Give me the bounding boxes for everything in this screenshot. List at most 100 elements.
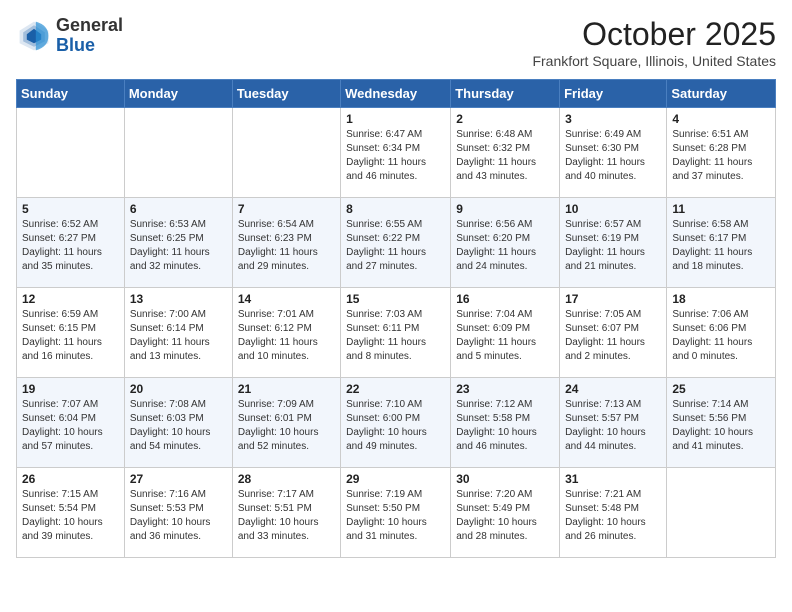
calendar-cell — [17, 108, 125, 198]
day-number: 17 — [565, 292, 661, 306]
calendar-cell: 10 Sunrise: 6:57 AM Sunset: 6:19 PM Dayli… — [560, 198, 667, 288]
day-number: 25 — [672, 382, 770, 396]
day-info: Sunrise: 7:08 AM Sunset: 6:03 PM Dayligh… — [130, 398, 227, 454]
day-number: 18 — [672, 292, 770, 306]
day-number: 16 — [456, 292, 554, 306]
calendar-cell: 11 Sunrise: 6:58 AM Sunset: 6:17 PM Dayli… — [667, 198, 776, 288]
weekday-header: Saturday — [667, 80, 776, 108]
calendar-cell: 7 Sunrise: 6:54 AM Sunset: 6:23 PM Daylig… — [232, 198, 340, 288]
day-info: Sunrise: 7:00 AM Sunset: 6:14 PM Dayligh… — [130, 308, 227, 364]
calendar-cell — [667, 468, 776, 558]
day-number: 8 — [346, 202, 445, 216]
day-info: Sunrise: 6:52 AM Sunset: 6:27 PM Dayligh… — [22, 218, 119, 274]
day-info: Sunrise: 7:09 AM Sunset: 6:01 PM Dayligh… — [238, 398, 335, 454]
day-info: Sunrise: 6:47 AM Sunset: 6:34 PM Dayligh… — [346, 128, 445, 184]
calendar-week-row: 26Sunrise: 7:15 AM Sunset: 5:54 PM Dayli… — [17, 468, 776, 558]
weekday-header: Friday — [560, 80, 667, 108]
day-number: 10 — [565, 202, 661, 216]
weekday-header: Wednesday — [341, 80, 451, 108]
day-number: 6 — [130, 202, 227, 216]
calendar-cell: 31 Sunrise: 7:21 AM Sunset: 5:48 PM Dayli… — [560, 468, 667, 558]
calendar-cell: 12Sunrise: 6:59 AM Sunset: 6:15 PM Dayli… — [17, 288, 125, 378]
day-number: 7 — [238, 202, 335, 216]
day-info: Sunrise: 6:51 AM Sunset: 6:28 PM Dayligh… — [672, 128, 770, 184]
calendar-cell: 19 Sunrise: 7:07 AM Sunset: 6:04 PM Dayli… — [17, 378, 125, 468]
calendar-cell: 30 Sunrise: 7:20 AM Sunset: 5:49 PM Dayli… — [451, 468, 560, 558]
day-info: Sunrise: 6:54 AM Sunset: 6:23 PM Dayligh… — [238, 218, 335, 274]
day-info: Sunrise: 7:17 AM Sunset: 5:51 PM Dayligh… — [238, 488, 335, 544]
calendar-cell — [124, 108, 232, 198]
calendar-cell: 1 Sunrise: 6:47 AM Sunset: 6:34 PM Daylig… — [341, 108, 451, 198]
day-info: Sunrise: 7:15 AM Sunset: 5:54 PM Dayligh… — [22, 488, 119, 544]
day-number: 27 — [130, 472, 227, 486]
day-info: Sunrise: 6:48 AM Sunset: 6:32 PM Dayligh… — [456, 128, 554, 184]
day-number: 28 — [238, 472, 335, 486]
day-number: 29 — [346, 472, 445, 486]
day-info: Sunrise: 6:49 AM Sunset: 6:30 PM Dayligh… — [565, 128, 661, 184]
day-info: Sunrise: 7:21 AM Sunset: 5:48 PM Dayligh… — [565, 488, 661, 544]
logo-text: General Blue — [56, 16, 123, 56]
day-info: Sunrise: 7:03 AM Sunset: 6:11 PM Dayligh… — [346, 308, 445, 364]
day-info: Sunrise: 6:57 AM Sunset: 6:19 PM Dayligh… — [565, 218, 661, 274]
day-number: 19 — [22, 382, 119, 396]
weekday-header: Sunday — [17, 80, 125, 108]
day-number: 9 — [456, 202, 554, 216]
calendar-cell: 25 Sunrise: 7:14 AM Sunset: 5:56 PM Dayli… — [667, 378, 776, 468]
calendar-cell: 14Sunrise: 7:01 AM Sunset: 6:12 PM Dayli… — [232, 288, 340, 378]
calendar-cell: 22 Sunrise: 7:10 AM Sunset: 6:00 PM Dayli… — [341, 378, 451, 468]
day-number: 31 — [565, 472, 661, 486]
calendar-cell: 13 Sunrise: 7:00 AM Sunset: 6:14 PM Dayli… — [124, 288, 232, 378]
calendar-cell: 29Sunrise: 7:19 AM Sunset: 5:50 PM Dayli… — [341, 468, 451, 558]
logo: General Blue — [16, 16, 123, 56]
calendar-cell: 20 Sunrise: 7:08 AM Sunset: 6:03 PM Dayli… — [124, 378, 232, 468]
day-info: Sunrise: 7:10 AM Sunset: 6:00 PM Dayligh… — [346, 398, 445, 454]
day-number: 20 — [130, 382, 227, 396]
calendar-cell: 6Sunrise: 6:53 AM Sunset: 6:25 PM Daylig… — [124, 198, 232, 288]
calendar-week-row: 1 Sunrise: 6:47 AM Sunset: 6:34 PM Daylig… — [17, 108, 776, 198]
page-header: General Blue October 2025 Frankfort Squa… — [16, 16, 776, 69]
weekday-header: Thursday — [451, 80, 560, 108]
day-number: 21 — [238, 382, 335, 396]
day-number: 30 — [456, 472, 554, 486]
calendar-cell: 18Sunrise: 7:06 AM Sunset: 6:06 PM Dayli… — [667, 288, 776, 378]
calendar-cell: 8 Sunrise: 6:55 AM Sunset: 6:22 PM Daylig… — [341, 198, 451, 288]
calendar-cell: 17 Sunrise: 7:05 AM Sunset: 6:07 PM Dayli… — [560, 288, 667, 378]
day-info: Sunrise: 7:13 AM Sunset: 5:57 PM Dayligh… — [565, 398, 661, 454]
calendar-cell: 24Sunrise: 7:13 AM Sunset: 5:57 PM Dayli… — [560, 378, 667, 468]
calendar-cell: 26Sunrise: 7:15 AM Sunset: 5:54 PM Dayli… — [17, 468, 125, 558]
day-number: 12 — [22, 292, 119, 306]
day-info: Sunrise: 7:12 AM Sunset: 5:58 PM Dayligh… — [456, 398, 554, 454]
day-number: 23 — [456, 382, 554, 396]
weekday-header-row: SundayMondayTuesdayWednesdayThursdayFrid… — [17, 80, 776, 108]
logo-icon — [16, 18, 52, 54]
day-number: 1 — [346, 112, 445, 126]
calendar-cell: 28 Sunrise: 7:17 AM Sunset: 5:51 PM Dayli… — [232, 468, 340, 558]
day-info: Sunrise: 7:01 AM Sunset: 6:12 PM Dayligh… — [238, 308, 335, 364]
day-info: Sunrise: 7:14 AM Sunset: 5:56 PM Dayligh… — [672, 398, 770, 454]
calendar-cell: 15 Sunrise: 7:03 AM Sunset: 6:11 PM Dayli… — [341, 288, 451, 378]
day-number: 13 — [130, 292, 227, 306]
day-number: 11 — [672, 202, 770, 216]
day-info: Sunrise: 7:05 AM Sunset: 6:07 PM Dayligh… — [565, 308, 661, 364]
calendar-cell: 4Sunrise: 6:51 AM Sunset: 6:28 PM Daylig… — [667, 108, 776, 198]
day-number: 22 — [346, 382, 445, 396]
day-number: 2 — [456, 112, 554, 126]
calendar-week-row: 5 Sunrise: 6:52 AM Sunset: 6:27 PM Daylig… — [17, 198, 776, 288]
calendar-table: SundayMondayTuesdayWednesdayThursdayFrid… — [16, 79, 776, 558]
day-info: Sunrise: 7:04 AM Sunset: 6:09 PM Dayligh… — [456, 308, 554, 364]
day-info: Sunrise: 7:07 AM Sunset: 6:04 PM Dayligh… — [22, 398, 119, 454]
day-info: Sunrise: 6:58 AM Sunset: 6:17 PM Dayligh… — [672, 218, 770, 274]
day-info: Sunrise: 6:55 AM Sunset: 6:22 PM Dayligh… — [346, 218, 445, 274]
day-number: 15 — [346, 292, 445, 306]
weekday-header: Tuesday — [232, 80, 340, 108]
calendar-cell: 5 Sunrise: 6:52 AM Sunset: 6:27 PM Daylig… — [17, 198, 125, 288]
calendar-subtitle: Frankfort Square, Illinois, United State… — [532, 53, 776, 69]
calendar-cell: 9Sunrise: 6:56 AM Sunset: 6:20 PM Daylig… — [451, 198, 560, 288]
day-info: Sunrise: 7:20 AM Sunset: 5:49 PM Dayligh… — [456, 488, 554, 544]
calendar-cell: 21 Sunrise: 7:09 AM Sunset: 6:01 PM Dayli… — [232, 378, 340, 468]
day-number: 5 — [22, 202, 119, 216]
calendar-cell: 23 Sunrise: 7:12 AM Sunset: 5:58 PM Dayli… — [451, 378, 560, 468]
calendar-week-row: 12Sunrise: 6:59 AM Sunset: 6:15 PM Dayli… — [17, 288, 776, 378]
day-info: Sunrise: 7:16 AM Sunset: 5:53 PM Dayligh… — [130, 488, 227, 544]
calendar-cell — [232, 108, 340, 198]
